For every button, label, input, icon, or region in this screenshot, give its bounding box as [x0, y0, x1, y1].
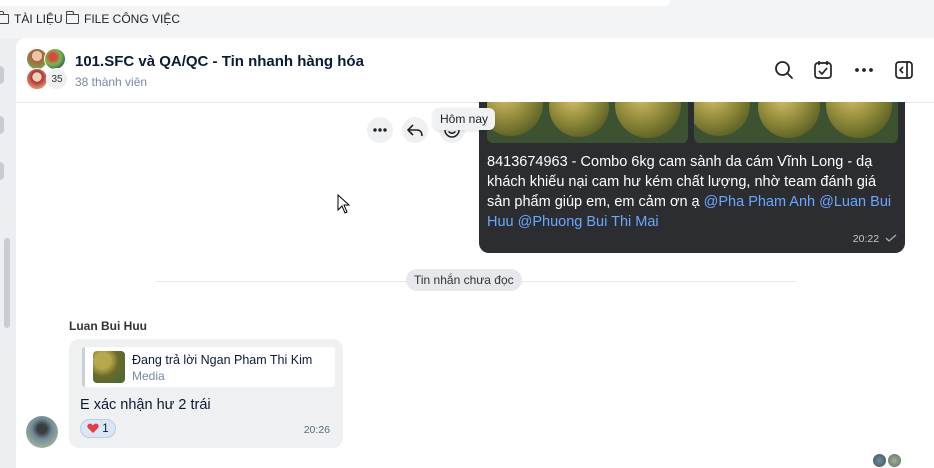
- address-bar-edge: [0, 0, 670, 6]
- heart-icon: [87, 423, 99, 433]
- task-icon[interactable]: [810, 57, 836, 83]
- bookmark-label: TÀI LIỆU: [14, 12, 63, 26]
- bookmark-label: FILE CÔNG VIỆC: [84, 12, 181, 26]
- seen-avatar: [887, 453, 902, 468]
- sender-avatar[interactable]: [26, 416, 58, 448]
- more-icon[interactable]: [367, 117, 393, 143]
- message-text: E xác nhận hư 2 trái: [80, 397, 211, 413]
- product-photo[interactable]: [694, 102, 898, 143]
- left-navigation-strip: [0, 38, 16, 468]
- member-count[interactable]: 38 thành viên: [75, 75, 147, 89]
- group-avatar[interactable]: 35: [26, 48, 70, 92]
- member-avatar: [44, 48, 66, 70]
- folder-icon: [0, 11, 9, 24]
- chat-window: 35 101.SFC và QA/QC - Tin nhanh hàng hóa…: [16, 38, 934, 468]
- seen-avatar: [872, 453, 887, 468]
- bookmarks-bar: TÀI LIỆU FILE CÔNG VIỆC: [0, 0, 934, 38]
- nav-item[interactable]: [0, 66, 4, 84]
- chat-title[interactable]: 101.SFC và QA/QC - Tin nhanh hàng hóa: [75, 53, 364, 70]
- message-time: 20:26: [303, 424, 330, 436]
- nav-item[interactable]: [0, 116, 4, 134]
- conversation-list-scrollbar[interactable]: [4, 238, 10, 328]
- reply-to-label: Đang trả lời Ngan Pham Thi Kim: [132, 353, 313, 367]
- reply-type-label: Media: [132, 369, 165, 383]
- message-time: 20:22: [853, 233, 897, 245]
- reply-quote[interactable]: Đang trả lời Ngan Pham Thi Kim Media: [82, 347, 335, 387]
- mention-link[interactable]: @Phuong Bui Thi Mai: [518, 214, 659, 230]
- chat-header: 35 101.SFC và QA/QC - Tin nhanh hàng hóa…: [16, 38, 934, 103]
- mouse-cursor-icon: [337, 194, 351, 214]
- reaction-count: 1: [102, 422, 109, 435]
- sidebar-toggle-icon[interactable]: [891, 57, 917, 83]
- member-avatar: [26, 68, 48, 90]
- search-icon[interactable]: [771, 57, 797, 83]
- message-time-text: 20:22: [852, 233, 880, 245]
- incoming-message[interactable]: Đang trả lời Ngan Pham Thi Kim Media E x…: [69, 339, 343, 448]
- bookmark-tai-lieu[interactable]: TÀI LIỆU: [0, 11, 63, 26]
- mention-link[interactable]: @Pha Pham Anh: [704, 194, 815, 210]
- nav-item[interactable]: [0, 162, 4, 180]
- product-photo[interactable]: [487, 102, 688, 143]
- quote-thumbnail: [93, 351, 125, 383]
- message-body: 8413674963 - Combo 6kg cam sành da cám V…: [487, 154, 877, 210]
- reaction-badge[interactable]: 1: [80, 419, 116, 438]
- date-tooltip: Hôm nay: [433, 108, 496, 130]
- unread-divider: Tin nhắn chưa đọc: [406, 269, 522, 291]
- sender-name[interactable]: Luan Bui Huu: [69, 319, 147, 333]
- folder-icon: [65, 11, 79, 24]
- outgoing-message[interactable]: 8413674963 - Combo 6kg cam sành da cám V…: [479, 102, 905, 253]
- bookmark-file-cong-viec[interactable]: FILE CÔNG VIỆC: [65, 11, 181, 26]
- more-icon[interactable]: [851, 57, 877, 83]
- member-count-badge: 35: [46, 68, 68, 90]
- reply-icon[interactable]: [402, 117, 428, 143]
- message-text: 8413674963 - Combo 6kg cam sành da cám V…: [487, 152, 897, 232]
- sent-check-icon: [885, 234, 897, 242]
